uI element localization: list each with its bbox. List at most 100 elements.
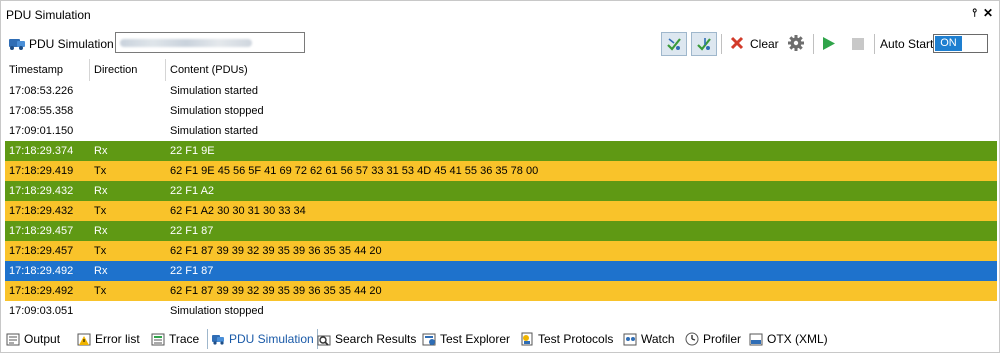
search-results-icon [317, 335, 331, 346]
row-timestamp: 17:18:29.374 [9, 145, 74, 157]
pdu-log-table: 17:08:53.226 Simulation started 17:08:55.3… [5, 81, 997, 321]
row-direction: Rx [94, 225, 108, 237]
gear-icon[interactable] [787, 34, 805, 52]
row-direction: Tx [94, 165, 107, 177]
profiler-icon [685, 332, 699, 346]
tab-label: Profiler [703, 332, 742, 346]
pdu-simulation-icon [212, 335, 224, 345]
column-divider[interactable] [89, 59, 90, 81]
trace-icon [151, 333, 165, 346]
row-timestamp: 17:08:55.358 [9, 105, 74, 117]
table-header: Timestamp Direction Content (PDUs) [5, 59, 997, 82]
row-content: 62 F1 A2 30 30 31 30 33 34 [170, 205, 306, 217]
close-icon[interactable]: ✕ [983, 6, 993, 20]
blurred-file-name [120, 39, 252, 47]
tab-label: Error list [95, 332, 140, 346]
tab-test-explorer[interactable]: Test Explorer [422, 329, 510, 349]
window-title: PDU Simulation [6, 8, 91, 22]
toolbar: PDU Simulation Clear Auto Start ON [1, 31, 999, 57]
tab-label: Trace [169, 332, 200, 346]
auto-start-toggle[interactable]: ON [933, 34, 988, 53]
row-timestamp: 17:18:29.432 [9, 205, 74, 217]
row-timestamp: 17:18:29.492 [9, 265, 74, 277]
test-explorer-icon [422, 333, 436, 346]
tab-pdu-simulation[interactable]: PDU Simulation [207, 329, 318, 349]
bottom-tab-bar: Output Error list Trace PDU Simulation Searc… [1, 326, 999, 352]
row-timestamp: 17:18:29.457 [9, 245, 74, 257]
filter-tx-button[interactable] [691, 32, 717, 56]
table-row[interactable]: 17:09:03.051 Simulation stopped [5, 301, 997, 321]
tab-error-list[interactable]: Error list [77, 329, 140, 349]
table-row[interactable]: 17:18:29.492 Tx 62 F1 87 39 39 32 39 35 39… [5, 281, 997, 301]
output-icon [6, 333, 20, 346]
column-header-direction[interactable]: Direction [94, 64, 137, 76]
row-direction: Tx [94, 245, 107, 257]
row-timestamp: 17:09:01.150 [9, 125, 74, 137]
table-row[interactable]: 17:18:29.457 Tx 62 F1 87 39 39 32 39 35 39… [5, 241, 997, 261]
row-timestamp: 17:09:03.051 [9, 305, 74, 317]
column-header-timestamp[interactable]: Timestamp [9, 64, 63, 76]
column-divider[interactable] [165, 59, 166, 81]
row-content: 22 F1 87 [170, 225, 214, 237]
tab-label: PDU Simulation [229, 332, 314, 346]
table-row[interactable]: 17:18:29.419 Tx 62 F1 9E 45 56 5F 41 69 72… [5, 161, 997, 181]
tab-watch[interactable]: Watch [623, 329, 675, 349]
row-direction: Rx [94, 265, 108, 277]
table-row[interactable]: 17:08:53.226 Simulation started [5, 81, 997, 101]
tab-label: Test Protocols [538, 332, 614, 346]
column-header-content[interactable]: Content (PDUs) [170, 64, 248, 76]
row-content: 62 F1 87 39 39 32 39 35 39 36 35 35 44 2… [170, 285, 382, 297]
pin-icon[interactable]: ⫯ [972, 7, 977, 20]
tab-otx-xml[interactable]: OTX (XML) [749, 329, 828, 349]
table-row[interactable]: 17:18:29.492 Rx 22 F1 87 [5, 261, 997, 281]
check-filter-alt-icon [697, 38, 711, 51]
row-content: 22 F1 87 [170, 265, 214, 277]
tab-label: Watch [641, 332, 675, 346]
toolbar-separator [721, 34, 722, 54]
table-row[interactable]: 17:18:29.457 Rx 22 F1 87 [5, 221, 997, 241]
test-protocols-icon [521, 332, 533, 346]
row-timestamp: 17:08:53.226 [9, 85, 74, 97]
error-list-icon [77, 333, 91, 346]
table-row[interactable]: 17:18:29.432 Rx 22 F1 A2 [5, 181, 997, 201]
tab-test-protocols[interactable]: Test Protocols [520, 329, 613, 349]
otx-xml-icon [749, 333, 763, 346]
clear-button[interactable]: Clear [750, 37, 779, 51]
clear-icon[interactable] [729, 35, 745, 51]
row-content: Simulation stopped [170, 105, 264, 117]
table-row[interactable]: 17:09:01.150 Simulation started [5, 121, 997, 141]
table-row[interactable]: 17:18:29.432 Tx 62 F1 A2 30 30 31 30 33 34 [5, 201, 997, 221]
row-timestamp: 17:18:29.457 [9, 225, 74, 237]
row-direction: Rx [94, 185, 108, 197]
play-icon[interactable] [822, 36, 836, 51]
row-content: Simulation stopped [170, 305, 264, 317]
watch-icon [623, 333, 637, 346]
pdu-simulation-window: PDU Simulation ⫯ ✕ PDU Simulation Clear … [0, 0, 1000, 353]
row-content: 62 F1 9E 45 56 5F 41 69 72 62 61 56 57 3… [170, 165, 539, 177]
row-direction: Rx [94, 145, 108, 157]
pdu-simulation-file-field[interactable] [115, 32, 305, 53]
pdu-simulation-icon [9, 39, 25, 50]
tab-label: Test Explorer [440, 332, 511, 346]
filter-rx-button[interactable] [661, 32, 687, 56]
title-bar: PDU Simulation ⫯ ✕ [1, 1, 999, 29]
row-timestamp: 17:18:29.492 [9, 285, 74, 297]
tab-label: OTX (XML) [767, 332, 828, 346]
tab-search-results[interactable]: Search Results [317, 329, 416, 349]
auto-start-state: ON [935, 36, 962, 51]
row-direction: Tx [94, 205, 107, 217]
row-timestamp: 17:18:29.432 [9, 185, 74, 197]
tab-trace[interactable]: Trace [151, 329, 199, 349]
tab-label: Search Results [335, 332, 417, 346]
table-row[interactable]: 17:18:29.374 Rx 22 F1 9E [5, 141, 997, 161]
stop-icon[interactable] [852, 38, 864, 50]
table-row[interactable]: 17:08:55.358 Simulation stopped [5, 101, 997, 121]
toolbar-separator [813, 34, 814, 54]
check-filter-icon [667, 38, 681, 51]
toolbar-separator [874, 34, 875, 54]
tab-output[interactable]: Output [6, 329, 60, 349]
row-content: Simulation started [170, 85, 259, 97]
tab-profiler[interactable]: Profiler [685, 329, 741, 349]
auto-start-label: Auto Start [880, 37, 934, 51]
tab-label: Output [24, 332, 61, 346]
